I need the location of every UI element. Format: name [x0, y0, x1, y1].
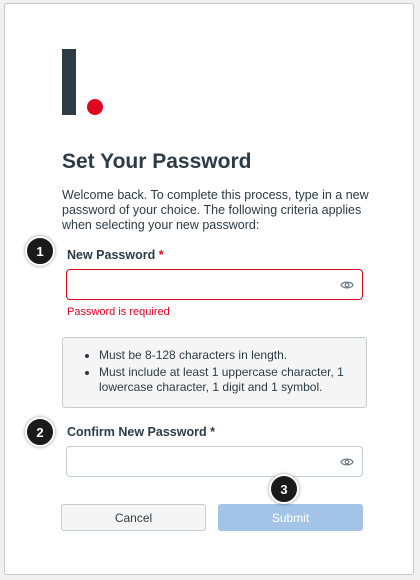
step-badge-1: 1: [25, 236, 55, 266]
password-criteria: Must be 8-128 characters in length. Must…: [62, 337, 367, 408]
submit-button[interactable]: Submit: [218, 504, 363, 531]
eye-icon[interactable]: [340, 279, 354, 291]
intro-text: Welcome back. To complete this process, …: [62, 188, 369, 232]
criteria-item: Must include at least 1 uppercase charac…: [99, 365, 366, 395]
cancel-button[interactable]: Cancel: [61, 504, 206, 531]
new-password-label-text: New Password: [67, 248, 156, 262]
confirm-password-label-text: Confirm New Password: [67, 425, 207, 439]
password-card: Set Your Password Welcome back. To compl…: [4, 3, 414, 575]
confirm-password-field[interactable]: [66, 446, 363, 477]
new-password-label: New Password *: [67, 248, 164, 262]
logo-bar: [62, 49, 76, 115]
criteria-item: Must be 8-128 characters in length.: [99, 348, 366, 363]
eye-icon[interactable]: [340, 456, 354, 468]
criteria-list: Must be 8-128 characters in length. Must…: [63, 338, 366, 395]
new-password-error: Password is required: [67, 306, 170, 318]
step-badge-3: 3: [269, 474, 299, 504]
canvas-logo: [60, 46, 110, 118]
required-marker: *: [210, 425, 215, 439]
page: Set Your Password Welcome back. To compl…: [0, 0, 420, 580]
required-marker: *: [158, 248, 164, 262]
step-badge-2: 2: [25, 417, 55, 447]
new-password-field[interactable]: [66, 269, 363, 300]
page-title: Set Your Password: [62, 150, 252, 173]
confirm-password-label: Confirm New Password *: [67, 425, 215, 439]
logo-dot: [87, 99, 103, 115]
